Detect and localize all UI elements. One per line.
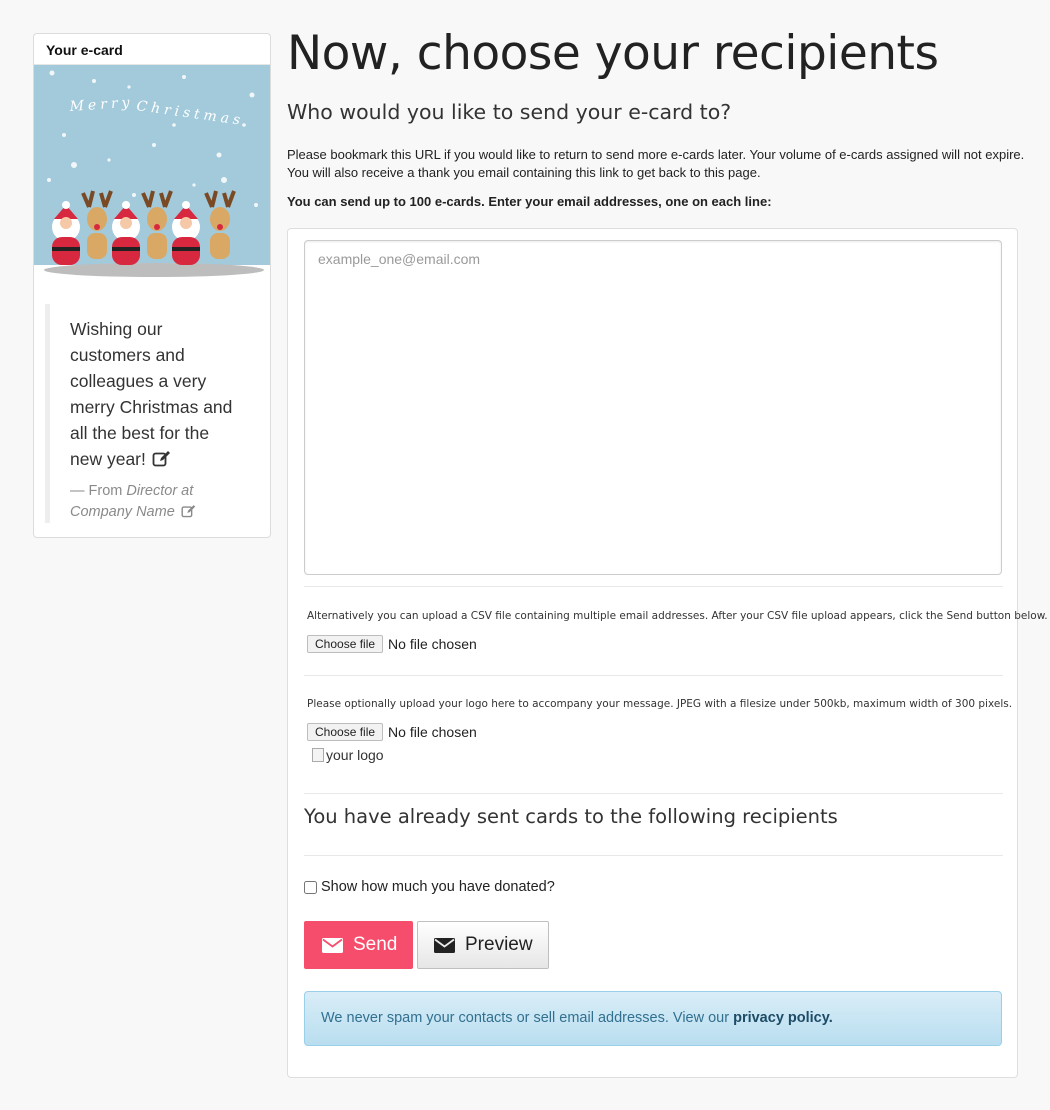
csv-choose-file-button[interactable]: Choose file — [307, 635, 384, 653]
edit-icon[interactable] — [152, 448, 171, 474]
privacy-policy-link[interactable]: privacy policy. — [733, 1010, 833, 1026]
csv-file-input[interactable]: Choose file No file chosen — [307, 634, 477, 654]
ecard-sender: — From Director at Company Name — [70, 481, 245, 525]
logo-file-input[interactable]: Choose file No file chosen — [307, 722, 477, 742]
sender-prefix: — From — [70, 483, 127, 499]
divider — [304, 793, 1003, 794]
email-addresses-textarea[interactable] — [304, 240, 1002, 575]
bookmark-notice: Please bookmark this URL if you would li… — [287, 147, 1025, 180]
send-button-label: Send — [353, 934, 398, 955]
send-button[interactable]: Send — [304, 921, 413, 969]
edit-icon[interactable] — [181, 504, 196, 525]
show-donated-option[interactable]: Show how much you have donated? — [304, 879, 555, 895]
sidebar-heading: Your e-card — [34, 34, 270, 65]
sent-recipients-heading: You have already sent cards to the follo… — [304, 805, 838, 828]
recipients-form-panel: Alternatively you can upload a CSV file … — [287, 228, 1048, 1078]
divider — [304, 675, 1003, 676]
privacy-notice-text: We never spam your contacts or sell emai… — [321, 1010, 734, 1026]
email-instructions: You can send up to 100 e-cards. Enter yo… — [287, 194, 772, 209]
ecard-message-text: Wishing our customers and colleagues a v… — [70, 319, 233, 469]
page-subtitle: Who would you like to send your e-card t… — [287, 100, 732, 124]
show-donated-checkbox[interactable] — [304, 880, 317, 894]
logo-file-status: No file chosen — [388, 724, 477, 740]
ecard-message-quote: Wishing our customers and colleagues a v… — [45, 304, 245, 523]
privacy-notice: We never spam your contacts or sell emai… — [304, 991, 1002, 1046]
logo-alt-text: your logo — [326, 747, 384, 763]
ecard-image: Merry Christmas — [34, 65, 270, 297]
preview-button-label: Preview — [465, 934, 533, 955]
logo-upload-help: Please optionally upload your logo here … — [307, 698, 1013, 710]
csv-upload-help: Alternatively you can upload a CSV file … — [307, 610, 1048, 622]
divider — [304, 586, 1003, 587]
csv-file-status: No file chosen — [388, 636, 477, 652]
logo-choose-file-button[interactable]: Choose file — [307, 723, 384, 741]
show-donated-label: Show how much you have donated? — [321, 879, 555, 895]
ecard-sidebar: Your e-card Merry Christmas Wishing our … — [33, 33, 271, 538]
logo-preview-image: your logo — [312, 747, 384, 763]
broken-image-icon — [312, 748, 324, 762]
envelope-icon — [322, 937, 343, 953]
envelope-icon — [434, 937, 455, 953]
ecard-message: Wishing our customers and colleagues a v… — [70, 316, 245, 474]
divider — [304, 855, 1003, 856]
page-title: Now, choose your recipients — [287, 26, 939, 81]
preview-button[interactable]: Preview — [417, 921, 549, 969]
